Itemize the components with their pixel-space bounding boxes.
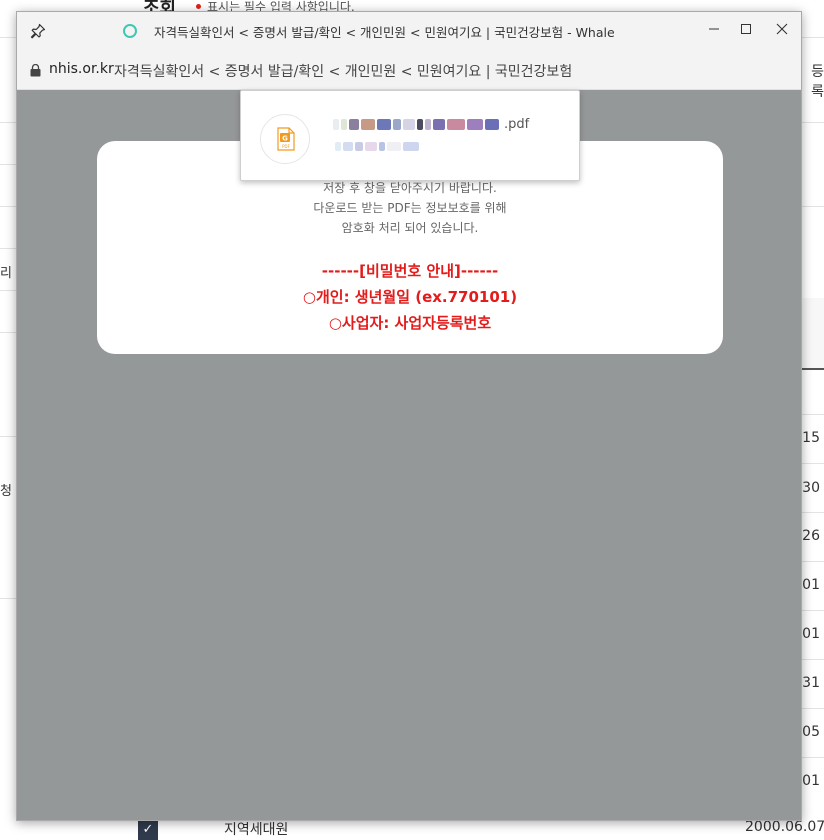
bg-right-cell: 01 [802, 626, 820, 642]
redacted-text [333, 119, 339, 130]
pin-icon[interactable] [30, 23, 46, 39]
bg-right-divider [801, 206, 824, 207]
lock-icon[interactable] [30, 64, 41, 77]
redacted-text [335, 142, 341, 151]
bg-right-column: 등록 15 30 26 01 01 31 05 01 [801, 0, 824, 833]
bg-right-divider [801, 757, 824, 758]
close-icon [776, 23, 788, 35]
bg-right-header-band [801, 298, 824, 368]
redacted-text [365, 142, 377, 151]
password-guide-title: ------[비밀번호 안내]------ [97, 258, 723, 284]
password-guide: ------[비밀번호 안내]------ ○개인: 생년월일 (ex.7701… [97, 258, 723, 336]
notice-message: 저장 후 창을 닫아주시기 바랍니다. 다운로드 받는 PDF는 정보보호를 위… [97, 178, 723, 238]
bg-right-divider [801, 122, 824, 123]
redacted-text [341, 119, 347, 130]
bg-left-divider [0, 332, 17, 333]
bg-right-cell: 31 [802, 675, 820, 691]
bg-left-divider [0, 598, 17, 599]
bg-right-divider [801, 414, 824, 415]
file-extension: .pdf [504, 117, 529, 132]
redacted-text [403, 142, 419, 151]
minimize-icon [708, 23, 720, 35]
bg-right-cell: 05 [802, 724, 820, 740]
pdf-icon-caption: PDF [282, 144, 290, 149]
maximize-button[interactable] [729, 14, 763, 44]
bg-right-cell: 26 [802, 528, 820, 544]
redacted-text [425, 119, 431, 130]
password-business: ○사업자: 사업자등록번호 [97, 310, 723, 336]
redacted-text [417, 119, 423, 130]
bg-left-divider [0, 37, 17, 38]
redacted-text [355, 142, 363, 151]
redacted-text [377, 119, 391, 130]
bg-right-header-border [801, 368, 824, 370]
redacted-text [379, 142, 385, 151]
redacted-text [387, 142, 401, 151]
redacted-text [447, 119, 465, 130]
minimize-button[interactable] [697, 14, 731, 44]
page-loading-icon [123, 24, 137, 38]
bg-right-divider [801, 659, 824, 660]
bg-right-divider [801, 37, 824, 38]
password-personal: ○개인: 생년월일 (ex.770101) [97, 284, 723, 310]
download-file-name[interactable]: .pdf [333, 114, 529, 134]
notice-line: 다운로드 받는 PDF는 정보보호를 위해 [97, 198, 723, 218]
window-titlebar[interactable]: 자격득실확인서 < 증명서 발급/확인 < 개인민원 < 민원여기요 | 국민건… [17, 12, 801, 50]
bg-left-label: 리 [0, 262, 12, 281]
bg-right-divider [801, 610, 824, 611]
bg-right-divider [801, 463, 824, 464]
bg-right-divider [801, 512, 824, 513]
page-content-overlay: 저장 후 창을 닫아주시기 바랍니다. 다운로드 받는 PDF는 정보보호를 위… [17, 90, 801, 821]
required-dot-icon [196, 4, 201, 9]
redacted-text [393, 119, 401, 130]
bg-right-cell: 01 [802, 577, 820, 593]
notice-line: 암호화 처리 되어 있습니다. [97, 218, 723, 238]
close-button[interactable] [765, 14, 799, 44]
bg-right-cell: 15 [802, 430, 820, 446]
bg-right-divider [801, 708, 824, 709]
bg-row-checkbox[interactable]: ✓ [138, 820, 158, 840]
maximize-icon [740, 23, 752, 35]
pdf-file-button[interactable]: G PDF [260, 114, 310, 164]
pdf-icon-letter: G [282, 135, 288, 143]
redacted-text [403, 119, 415, 130]
bg-left-label: 청 [0, 480, 12, 499]
redacted-text [433, 119, 445, 130]
bg-right-header: 등록 [801, 61, 824, 101]
popup-window: 자격득실확인서 < 증명서 발급/확인 < 개인민원 < 민원여기요 | 국민건… [16, 11, 802, 821]
url-domain[interactable]: nhis.or.kr [49, 61, 114, 77]
notice-line: 저장 후 창을 닫아주시기 바랍니다. [97, 178, 723, 198]
redacted-text [349, 119, 359, 130]
bg-left-divider [0, 164, 17, 165]
download-file-meta [335, 139, 421, 153]
redacted-text [343, 142, 353, 151]
bg-left-divider [0, 436, 17, 437]
bg-left-divider [0, 290, 17, 291]
redacted-text [485, 119, 499, 130]
address-bar[interactable]: nhis.or.kr 자격득실확인서 < 증명서 발급/확인 < 개인민원 < … [17, 50, 801, 90]
window-title: 자격득실확인서 < 증명서 발급/확인 < 개인민원 < 민원여기요 | 국민건… [154, 22, 615, 41]
bg-left-divider [0, 248, 17, 249]
bg-right-divider [801, 561, 824, 562]
redacted-text [467, 119, 483, 130]
bg-left-divider [0, 206, 17, 207]
redacted-text [361, 119, 375, 130]
bg-left-divider [0, 122, 17, 123]
pdf-file-icon: G PDF [277, 127, 295, 151]
url-page-title[interactable]: 자격득실확인서 < 증명서 발급/확인 < 개인민원 < 민원여기요 | 국민건… [114, 61, 572, 81]
bg-right-cell: 30 [802, 480, 820, 496]
download-bubble[interactable]: G PDF .pdf [240, 90, 580, 181]
bg-right-cell: 01 [802, 773, 820, 789]
bg-row-label: 지역세대원 [224, 819, 288, 839]
